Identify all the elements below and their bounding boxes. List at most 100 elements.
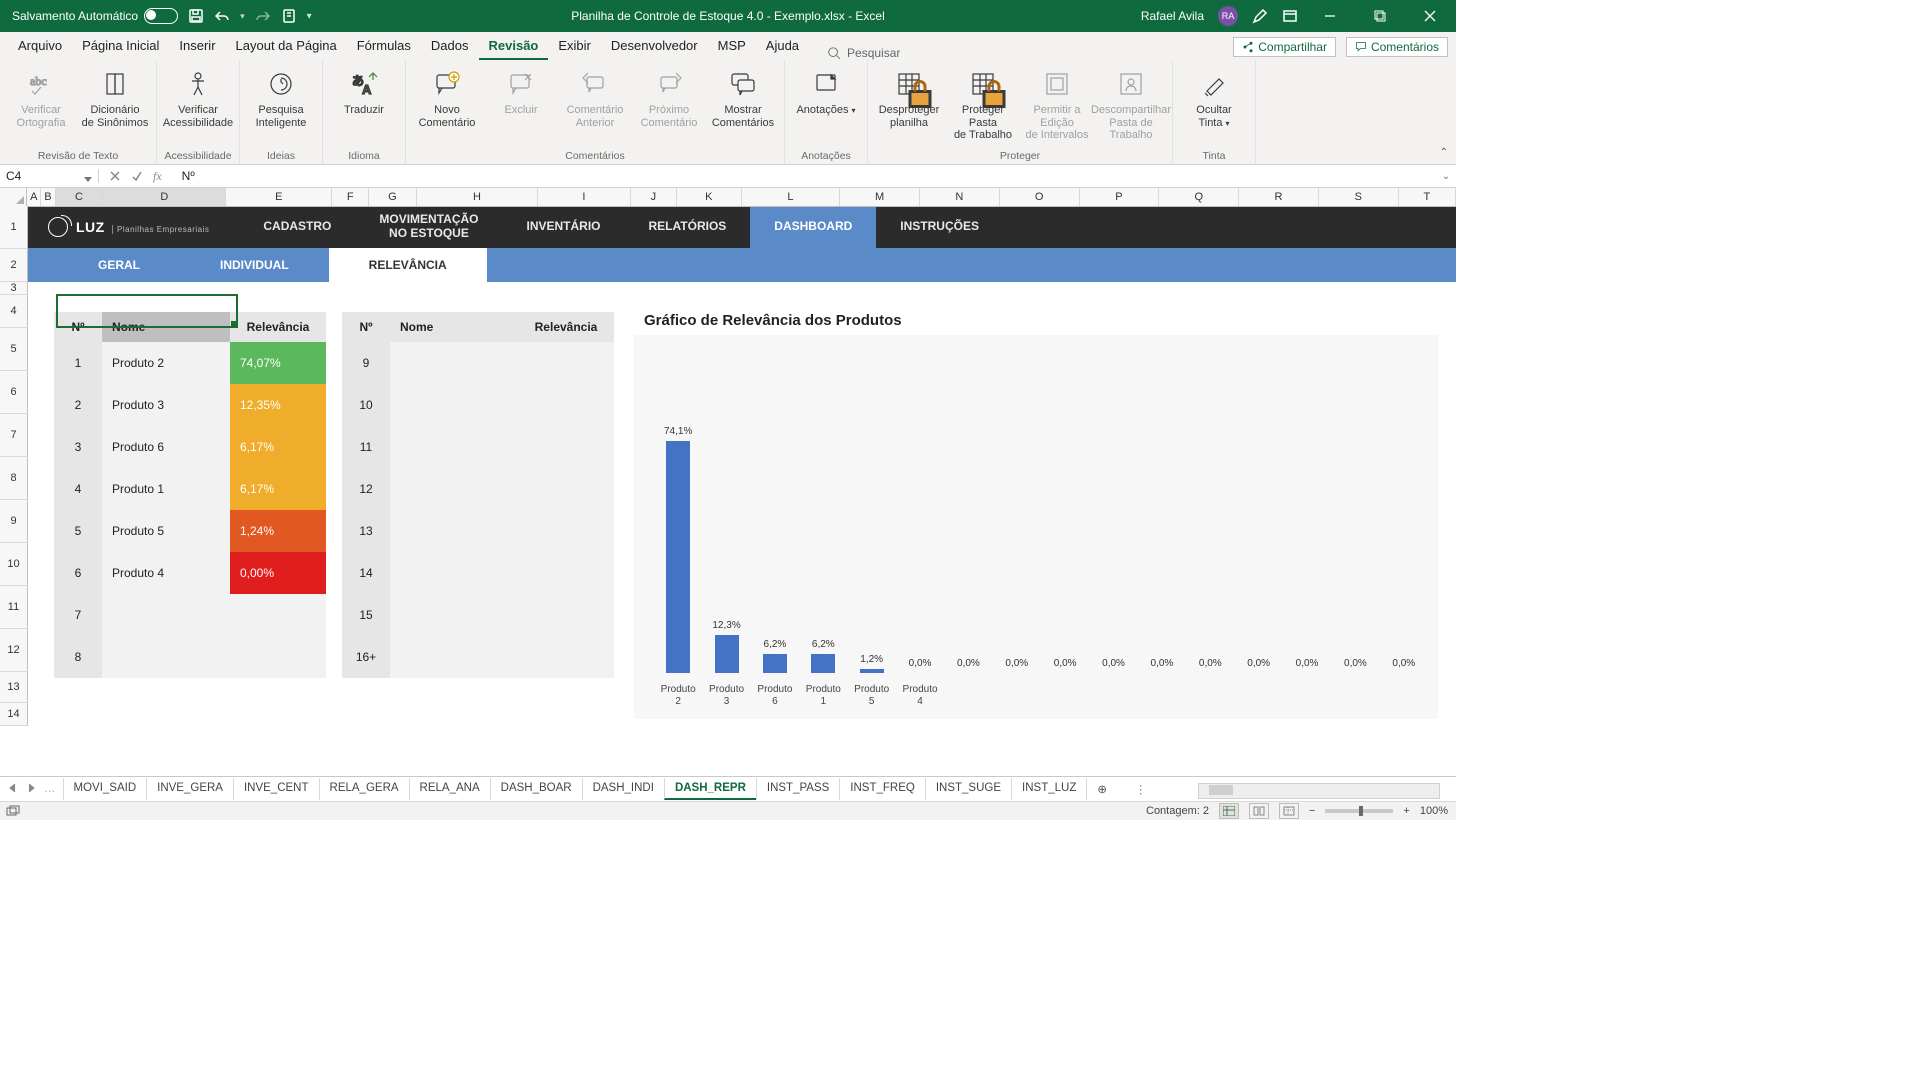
column-headers[interactable]: ABCDEFGHIJKLMNOPQRST <box>0 188 1456 207</box>
td-name[interactable] <box>390 552 518 594</box>
td-rel[interactable] <box>518 342 614 384</box>
tab-inserir[interactable]: Inserir <box>169 32 225 60</box>
comments-button[interactable]: Comentários <box>1346 37 1448 57</box>
tab-file[interactable]: Arquivo <box>8 32 72 60</box>
formula-expand-icon[interactable]: ⌄ <box>1436 171 1456 182</box>
td-rel[interactable] <box>518 384 614 426</box>
column-header[interactable]: B <box>41 188 55 206</box>
td-idx[interactable]: 11 <box>342 426 390 468</box>
tab-revis-o[interactable]: Revisão <box>479 32 549 60</box>
pen-icon[interactable] <box>1252 8 1268 24</box>
subnav-item[interactable]: INDIVIDUAL <box>180 248 329 282</box>
column-header[interactable]: Q <box>1159 188 1239 206</box>
td-rel[interactable] <box>518 552 614 594</box>
nav-item[interactable]: INVENTÁRIO <box>502 206 624 248</box>
tabs-scroll-left-icon[interactable] <box>8 783 18 793</box>
td-rel[interactable]: 6,17% <box>230 468 326 510</box>
td-idx[interactable]: 15 <box>342 594 390 636</box>
td-rel[interactable]: 74,07% <box>230 342 326 384</box>
column-header[interactable]: G <box>369 188 417 206</box>
enter-fx-icon[interactable] <box>131 170 143 182</box>
column-header[interactable]: I <box>538 188 631 206</box>
column-header[interactable]: D <box>103 188 226 206</box>
zoom-in-button[interactable]: + <box>1403 805 1409 817</box>
td-rel[interactable] <box>518 594 614 636</box>
column-header[interactable]: M <box>840 188 920 206</box>
column-header[interactable]: C <box>56 188 104 206</box>
td-idx[interactable]: 4 <box>54 468 102 510</box>
td-name[interactable]: Produto 2 <box>102 342 230 384</box>
user-name[interactable]: Rafael Avila <box>1141 9 1204 23</box>
zoom-slider[interactable] <box>1325 809 1393 813</box>
minimize-button[interactable] <box>1312 0 1348 32</box>
subnav-item[interactable]: RELEVÂNCIA <box>329 248 487 282</box>
td-rel[interactable]: 12,35% <box>230 384 326 426</box>
horizontal-scrollbar[interactable] <box>1198 783 1440 799</box>
name-box[interactable]: C4 <box>0 169 99 183</box>
sheet-tab[interactable]: RELA_ANA <box>409 778 491 800</box>
row-header[interactable]: 14 <box>0 703 28 726</box>
td-name[interactable]: Produto 5 <box>102 510 230 552</box>
close-button[interactable] <box>1412 0 1448 32</box>
translate-button[interactable]: あATraduzir <box>329 64 399 117</box>
td-name[interactable] <box>390 510 518 552</box>
macro-record-icon[interactable] <box>6 805 20 817</box>
formula-input[interactable]: Nº <box>172 169 1436 183</box>
tab-exibir[interactable]: Exibir <box>548 32 601 60</box>
sheet-tab[interactable]: INST_LUZ <box>1011 778 1087 800</box>
nav-item[interactable]: DASHBOARD <box>750 206 876 248</box>
new-comment-button[interactable]: NovoComentário <box>412 64 482 129</box>
column-header[interactable]: T <box>1399 188 1456 206</box>
sheet-tab[interactable]: DASH_REPR <box>664 778 757 800</box>
fx-label[interactable]: fx <box>153 169 162 184</box>
row-header[interactable]: 11 <box>0 586 28 629</box>
row-header[interactable]: 7 <box>0 414 28 457</box>
cancel-fx-icon[interactable] <box>109 170 121 182</box>
column-header[interactable]: P <box>1080 188 1160 206</box>
td-name[interactable] <box>390 342 518 384</box>
row-header[interactable]: 6 <box>0 371 28 414</box>
td-idx[interactable]: 6 <box>54 552 102 594</box>
tab-msp[interactable]: MSP <box>708 32 756 60</box>
select-all-corner[interactable] <box>0 188 27 206</box>
td-idx[interactable]: 10 <box>342 384 390 426</box>
td-idx[interactable]: 3 <box>54 426 102 468</box>
unprotect-sheet-button[interactable]: Desprotegerplanilha <box>874 64 944 129</box>
smart-lookup-button[interactable]: PesquisaInteligente <box>246 64 316 129</box>
row-header[interactable]: 13 <box>0 672 28 703</box>
row-header[interactable]: 10 <box>0 543 28 586</box>
column-header[interactable]: S <box>1319 188 1399 206</box>
sheet-tab[interactable]: RELA_GERA <box>319 778 410 800</box>
view-normal-button[interactable] <box>1219 803 1239 819</box>
zoom-out-button[interactable]: − <box>1309 805 1315 817</box>
td-rel[interactable] <box>518 468 614 510</box>
td-rel[interactable] <box>230 636 326 678</box>
tabs-scroll-right-icon[interactable] <box>26 783 36 793</box>
td-name[interactable] <box>390 426 518 468</box>
redo-icon[interactable] <box>255 8 271 24</box>
tab-f-rmulas[interactable]: Fórmulas <box>347 32 421 60</box>
column-header[interactable]: R <box>1239 188 1319 206</box>
new-sheet-button[interactable]: ⊕ <box>1087 782 1117 796</box>
column-header[interactable]: H <box>417 188 538 206</box>
td-idx[interactable]: 1 <box>54 342 102 384</box>
sheet-tab[interactable]: INST_FREQ <box>839 778 926 800</box>
tab-dados[interactable]: Dados <box>421 32 479 60</box>
row-header[interactable]: 4 <box>0 295 28 328</box>
td-rel[interactable]: 6,17% <box>230 426 326 468</box>
autosave-toggle[interactable] <box>144 8 178 24</box>
td-name[interactable]: Produto 3 <box>102 384 230 426</box>
nav-item[interactable]: RELATÓRIOS <box>625 206 751 248</box>
nav-item[interactable]: INSTRUÇÕES <box>876 206 1003 248</box>
column-header[interactable]: O <box>1000 188 1080 206</box>
td-rel[interactable] <box>230 594 326 636</box>
td-idx[interactable]: 5 <box>54 510 102 552</box>
sheet-tab[interactable]: INST_PASS <box>756 778 840 800</box>
column-header[interactable]: F <box>332 188 369 206</box>
ribbon-display-icon[interactable] <box>1282 8 1298 24</box>
view-page-break-button[interactable] <box>1279 803 1299 819</box>
protect-workbook-button[interactable]: Proteger Pastade Trabalho <box>948 64 1018 142</box>
row-header[interactable]: 12 <box>0 629 28 672</box>
td-name[interactable] <box>102 636 230 678</box>
user-avatar[interactable]: RA <box>1218 6 1238 26</box>
